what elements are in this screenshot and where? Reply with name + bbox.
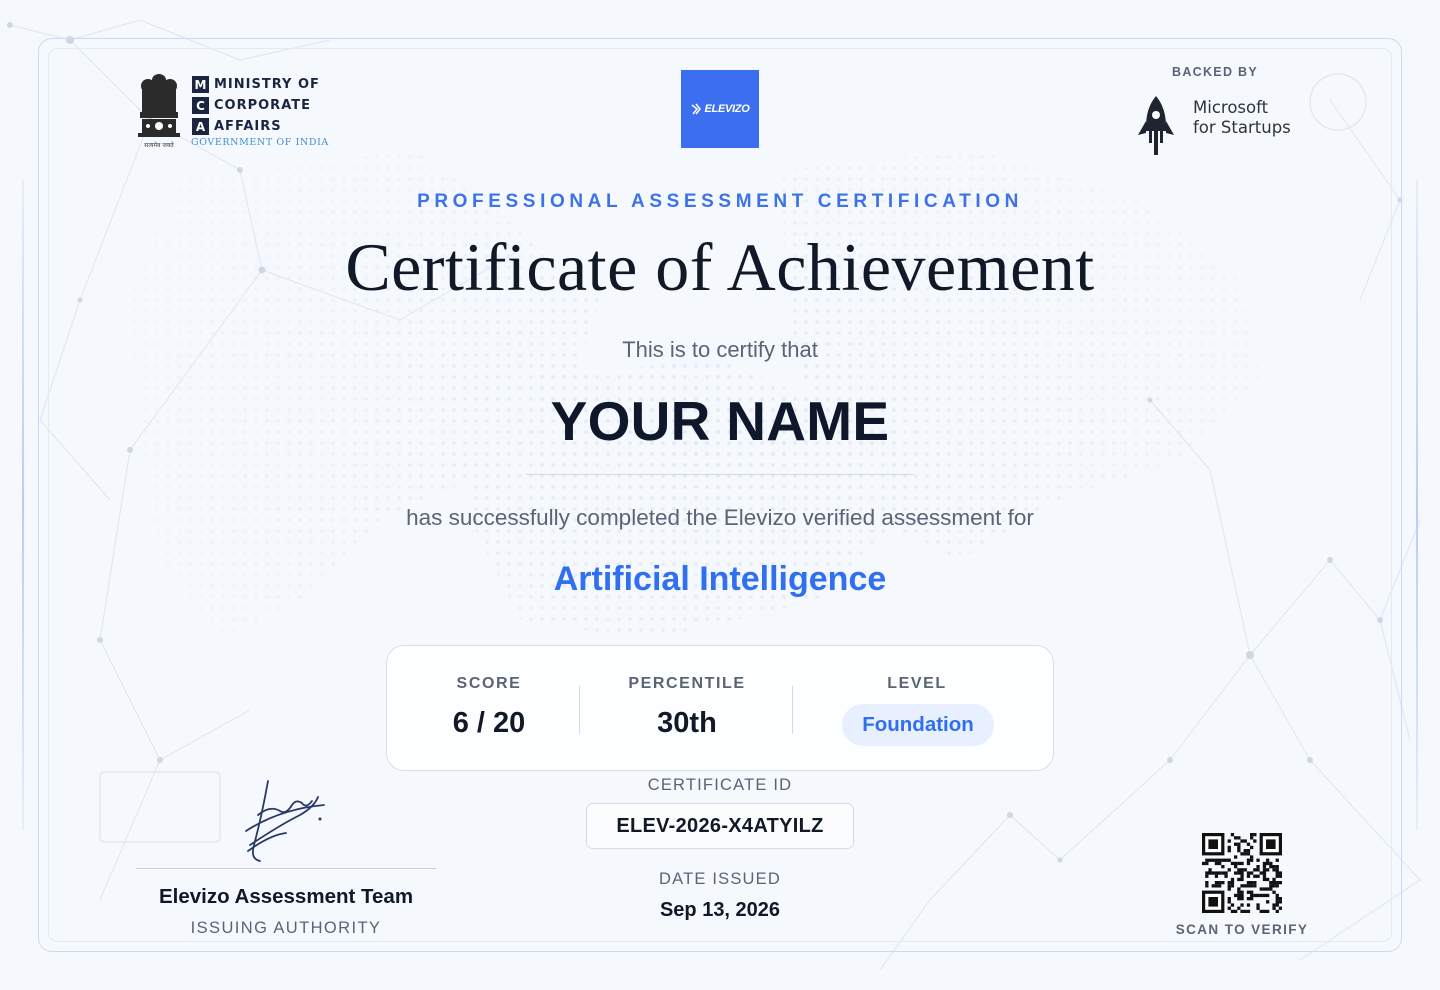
verification-qr-code[interactable]: [1202, 833, 1282, 913]
partner-name-line2: for Startups: [1193, 118, 1291, 137]
microsoft-for-startups-logo: Microsoft for Startups: [1136, 95, 1306, 157]
percentile-value: 30th: [657, 707, 717, 739]
scan-to-verify-label: SCAN TO VERIFY: [1175, 922, 1309, 937]
signature-line: [136, 868, 436, 869]
mca-letter-c: C: [192, 97, 209, 114]
score-stat: SCORE 6 / 20: [399, 646, 579, 772]
score-label: SCORE: [456, 675, 522, 692]
mca-word-ministry: MINISTRY OF: [214, 77, 320, 92]
stats-divider: [579, 686, 580, 734]
signatory-name: Elevizo Assessment Team: [158, 885, 414, 908]
signatory-role: ISSUING AUTHORITY: [190, 919, 382, 937]
mca-word-affairs: AFFAIRS: [214, 119, 282, 134]
assessment-subject: Artificial Intelligence: [553, 560, 887, 598]
mca-government-text: GOVERNMENT OF INDIA: [191, 137, 329, 148]
recipient-name: YOUR NAME: [550, 390, 890, 452]
elevizo-logo: ELEVIZO: [681, 70, 759, 148]
stats-divider: [792, 686, 793, 734]
emblem-caption: सत्यमेव जयते: [144, 141, 174, 149]
mca-letter-a: A: [192, 118, 209, 135]
certificate-id-label: CERTIFICATE ID: [647, 776, 793, 794]
mca-logo: सत्यमेव जयते M MINISTRY OF C CORPORATE A…: [136, 70, 329, 150]
signature-image: [245, 780, 325, 862]
backed-by-label: BACKED BY: [1172, 65, 1259, 79]
mca-word-corporate: CORPORATE: [214, 98, 311, 113]
percentile-stat: PERCENTILE 30th: [587, 646, 787, 772]
certificate-title: Certificate of Achievement: [345, 229, 1095, 305]
national-emblem-icon: सत्यमेव जयते: [138, 74, 180, 149]
stats-card: SCORE 6 / 20 PERCENTILE 30th LEVEL Found…: [386, 645, 1054, 771]
level-label: LEVEL: [887, 675, 947, 692]
score-value: 6 / 20: [452, 707, 526, 739]
certify-text: This is to certify that: [622, 337, 818, 362]
partner-name-line1: Microsoft: [1193, 98, 1269, 117]
level-badge: Foundation: [842, 704, 994, 746]
rocket-icon: [1138, 96, 1174, 155]
certificate-id-value: ELEV-2026-X4ATYILZ: [586, 803, 854, 849]
elevizo-logo-text: ELEVIZO: [704, 103, 750, 115]
percentile-label: PERCENTILE: [628, 675, 746, 692]
certificate-subtitle: PROFESSIONAL ASSESSMENT CERTIFICATION: [417, 191, 1023, 212]
mca-letter-m: M: [192, 76, 209, 93]
name-underline: [526, 474, 914, 475]
wing-icon: [691, 103, 701, 115]
completion-text: has successfully completed the Elevizo v…: [406, 505, 1034, 530]
